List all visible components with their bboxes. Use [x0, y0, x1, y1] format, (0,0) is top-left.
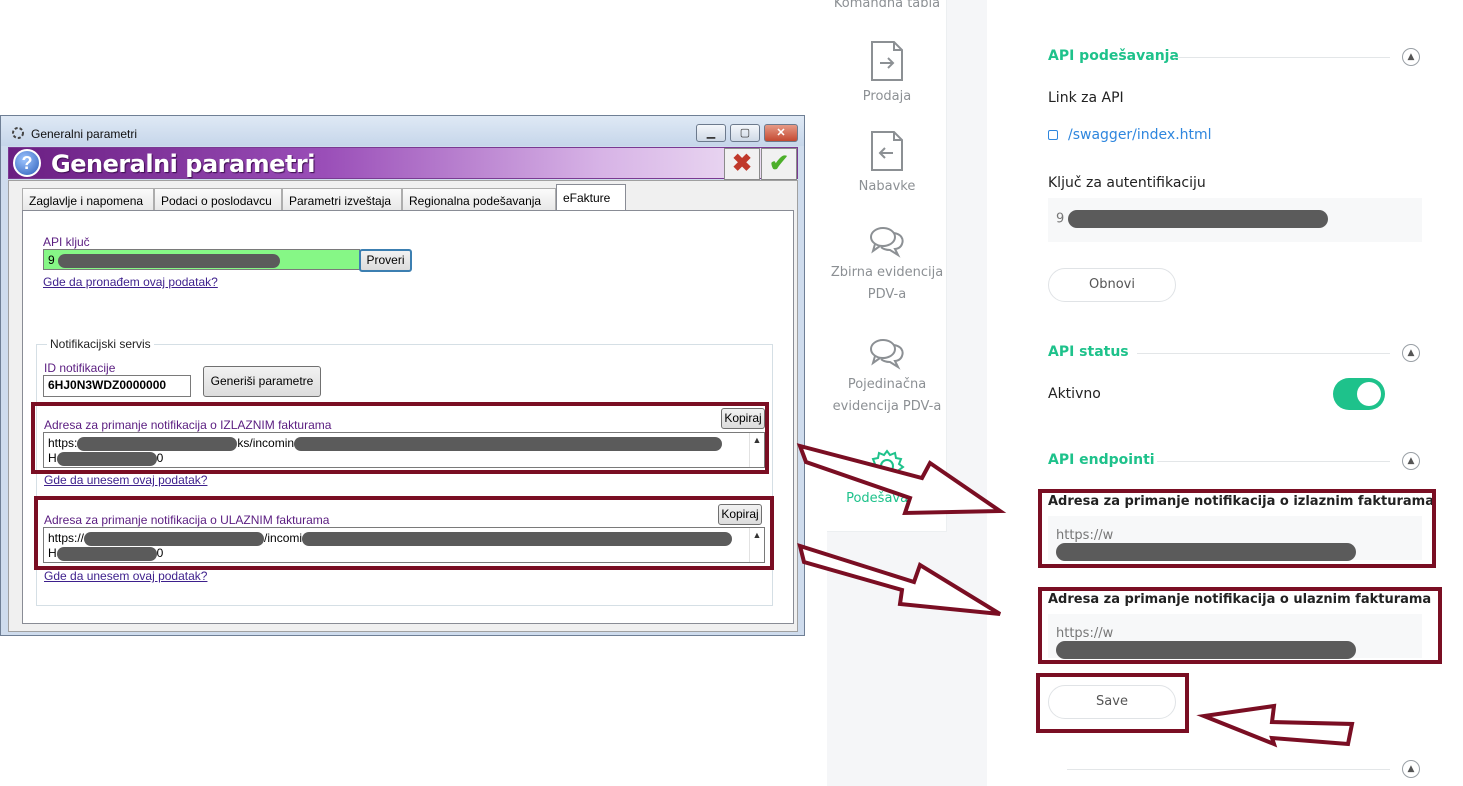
arrow-icon [796, 443, 1007, 516]
annotation-arrows [796, 443, 1355, 748]
arrow-icon [797, 543, 1002, 616]
arrow-icon [1196, 703, 1355, 748]
